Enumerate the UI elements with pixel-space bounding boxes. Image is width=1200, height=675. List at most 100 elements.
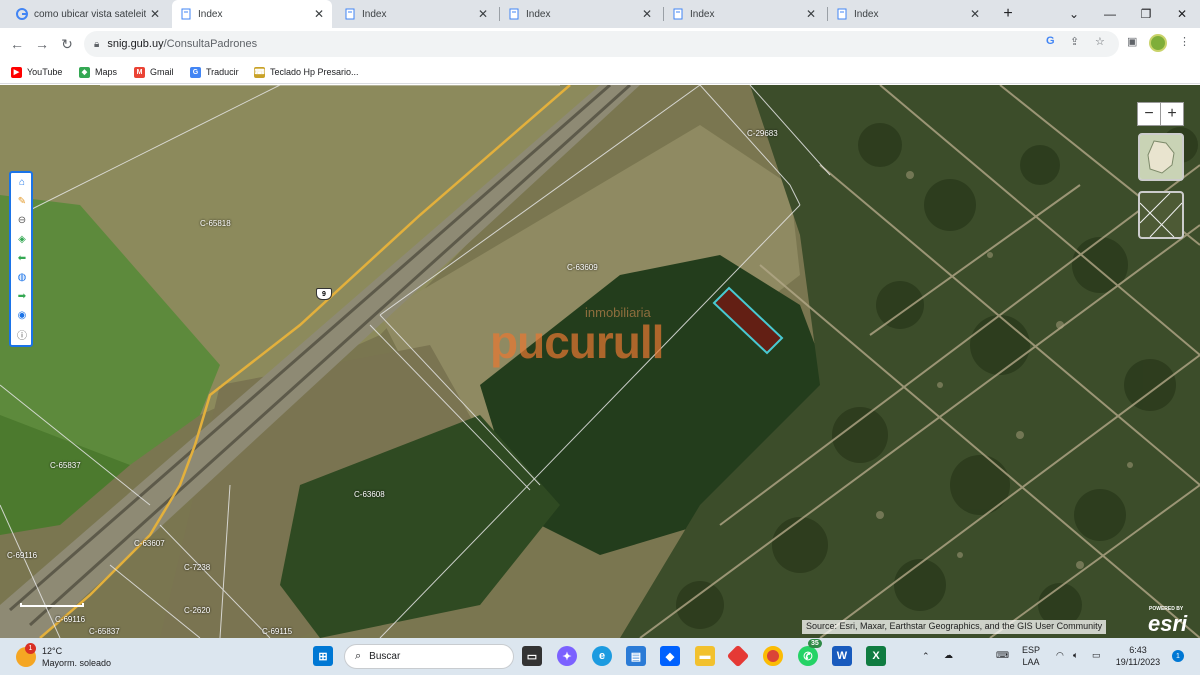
weather-text: Mayorm. soleado (42, 658, 112, 668)
tab-title: Index (690, 8, 715, 20)
tab-title: como ubicar vista sateleita (34, 8, 146, 20)
bookmark-maps[interactable]: ◆ Maps (79, 64, 117, 80)
browser-toolbar: ← → ↻ 🔒︎ snig.gub.uy/ConsultaPadrones G … (0, 28, 1200, 60)
bookmark-teclado[interactable]: ⌨ Teclado Hp Presario... (254, 64, 359, 80)
tab-title: Index (526, 8, 551, 20)
tab-index[interactable]: Index ✕ (664, 0, 824, 28)
address-bar[interactable]: 🔒︎ snig.gub.uy/ConsultaPadrones (84, 31, 1119, 57)
close-tab-icon[interactable]: ✕ (314, 7, 324, 21)
pencil-icon[interactable]: ✎ (15, 194, 29, 208)
taskbar-search[interactable]: ⌕ Buscar (344, 644, 514, 669)
bookmark-youtube[interactable]: ▶ YouTube (11, 64, 62, 80)
close-tab-icon[interactable]: ✕ (150, 7, 160, 21)
notification-badge[interactable]: 1 (1172, 650, 1184, 662)
parcel-label: C-29683 (747, 129, 778, 138)
page-icon (180, 8, 192, 20)
language-indicator[interactable]: ESP LAA (1022, 644, 1040, 668)
volume-icon[interactable]: 🔈︎ (1073, 649, 1078, 661)
minimize-button[interactable]: — (1092, 0, 1128, 28)
clock[interactable]: 6:43 19/11/2023 (1114, 644, 1162, 668)
zoom-out-button[interactable]: − (1138, 103, 1161, 125)
parcel-label: C-65837 (50, 461, 81, 470)
parcel-label: C-63609 (567, 263, 598, 272)
bookmarks-bar: ▶ YouTube ◆ Maps M Gmail G Traducir ⌨ Te… (0, 60, 1200, 84)
back-button[interactable]: ← (6, 33, 28, 55)
chevron-up-icon[interactable]: ⌃ (922, 650, 930, 662)
file-explorer-icon[interactable]: ▬ (695, 646, 715, 666)
satellite-map[interactable]: C-65818 C-63609 C-29683 C-65837 C-63608 … (0, 85, 1200, 638)
side-panel-icon[interactable]: ▣ (1127, 35, 1137, 48)
zoom-in-button[interactable]: + (1161, 103, 1183, 125)
bookmark-traducir[interactable]: G Traducir (190, 64, 239, 80)
windows-start-icon[interactable]: ⊞ (313, 646, 333, 666)
parcel-layer-button[interactable] (1138, 191, 1184, 239)
tab-title: Index (362, 8, 387, 20)
profile-avatar[interactable] (1149, 34, 1167, 52)
new-tab-button[interactable]: + (990, 0, 1026, 28)
close-tab-icon[interactable]: ✕ (642, 7, 652, 21)
close-tab-icon[interactable]: ✕ (970, 7, 980, 21)
parcel-label: C-63607 (134, 539, 165, 548)
touch-keyboard-icon[interactable]: ⌨ (996, 649, 1009, 661)
page-icon (508, 8, 520, 20)
bookmark-label: Traducir (206, 67, 239, 77)
parcel-label: C-7238 (184, 563, 211, 572)
onedrive-icon[interactable]: ☁ (944, 649, 953, 661)
share-icon[interactable]: ⇪ (1070, 35, 1079, 48)
sun-icon: 1 (16, 643, 36, 667)
uruguay-overview-button[interactable] (1138, 133, 1184, 181)
tab-index[interactable]: Index ✕ (828, 0, 988, 28)
keyboard-icon: ⌨ (254, 66, 265, 78)
chrome-icon[interactable] (763, 646, 783, 666)
map-attribution: Source: Esri, Maxar, Earthstar Geographi… (802, 620, 1107, 634)
whatsapp-icon[interactable]: ✆ 35 (798, 639, 822, 666)
gmail-icon: M (134, 66, 145, 78)
close-tab-icon[interactable]: ✕ (478, 7, 488, 21)
battery-icon[interactable]: ▭ (1092, 649, 1101, 661)
esri-logo: POWERED BY esri (1147, 603, 1197, 637)
google-lens-icon[interactable]: G (1046, 35, 1055, 47)
weather-widget[interactable]: 1 12°C Mayorm. soleado (16, 643, 112, 670)
menu-icon[interactable]: ⋮ (1179, 35, 1190, 48)
tab-index[interactable]: Index ✕ (336, 0, 496, 28)
tab-google-search[interactable]: como ubicar vista sateleita ✕ (8, 0, 168, 28)
language-top: ESP (1022, 645, 1041, 655)
info-icon[interactable]: ⓘ (15, 327, 29, 342)
excel-icon[interactable]: X (866, 646, 886, 666)
tab-index[interactable]: Index ✕ (500, 0, 660, 28)
edge-icon[interactable]: e (592, 646, 612, 666)
wifi-icon[interactable]: ◠ (1056, 649, 1064, 661)
zoom-out-icon[interactable]: ⊖ (15, 213, 29, 227)
reload-button[interactable]: ↻ (56, 33, 78, 55)
task-view-icon[interactable]: ▭ (522, 646, 542, 666)
watermark-title: pucurull (490, 316, 664, 368)
bookmark-label: Maps (95, 67, 118, 77)
forward-arrow-icon[interactable]: ➡ (15, 289, 29, 303)
globe-pin-icon[interactable]: ◉ (15, 308, 29, 322)
store-icon[interactable]: ▤ (626, 646, 646, 666)
lock-icon: 🔒︎ (94, 38, 100, 50)
chevron-down-icon[interactable]: ⌄ (1056, 0, 1092, 28)
app-red-icon[interactable] (726, 644, 750, 668)
dropbox-icon[interactable]: ◆ (660, 646, 680, 666)
parcel-label: C-69116 (55, 615, 86, 624)
globe-icon[interactable]: ◍ (15, 270, 29, 284)
tab-index-active[interactable]: Index ✕ (172, 0, 332, 28)
restore-button[interactable]: ❐ (1128, 0, 1164, 28)
watermark-logo: inmobiliaria pucurull (490, 303, 705, 368)
back-arrow-icon[interactable]: ⬅ (15, 251, 29, 265)
home-icon[interactable]: ⌂ (15, 175, 29, 189)
close-window-button[interactable]: ✕ (1164, 0, 1200, 28)
bookmark-gmail[interactable]: M Gmail (134, 64, 174, 80)
teams-chat-icon[interactable]: ✦ (557, 646, 577, 666)
youtube-icon: ▶ (11, 66, 22, 78)
forward-button[interactable]: → (31, 33, 53, 55)
url-host: snig.gub.uy (107, 38, 164, 50)
parcel-label: C-69115 (262, 627, 293, 636)
parcel-label: C-2620 (184, 606, 211, 615)
layers-icon[interactable]: ◈ (15, 232, 29, 246)
bookmark-star-icon[interactable]: ☆ (1095, 35, 1105, 48)
date: 19/11/2023 (1115, 657, 1161, 667)
close-tab-icon[interactable]: ✕ (806, 7, 816, 21)
word-icon[interactable]: W (832, 646, 852, 666)
